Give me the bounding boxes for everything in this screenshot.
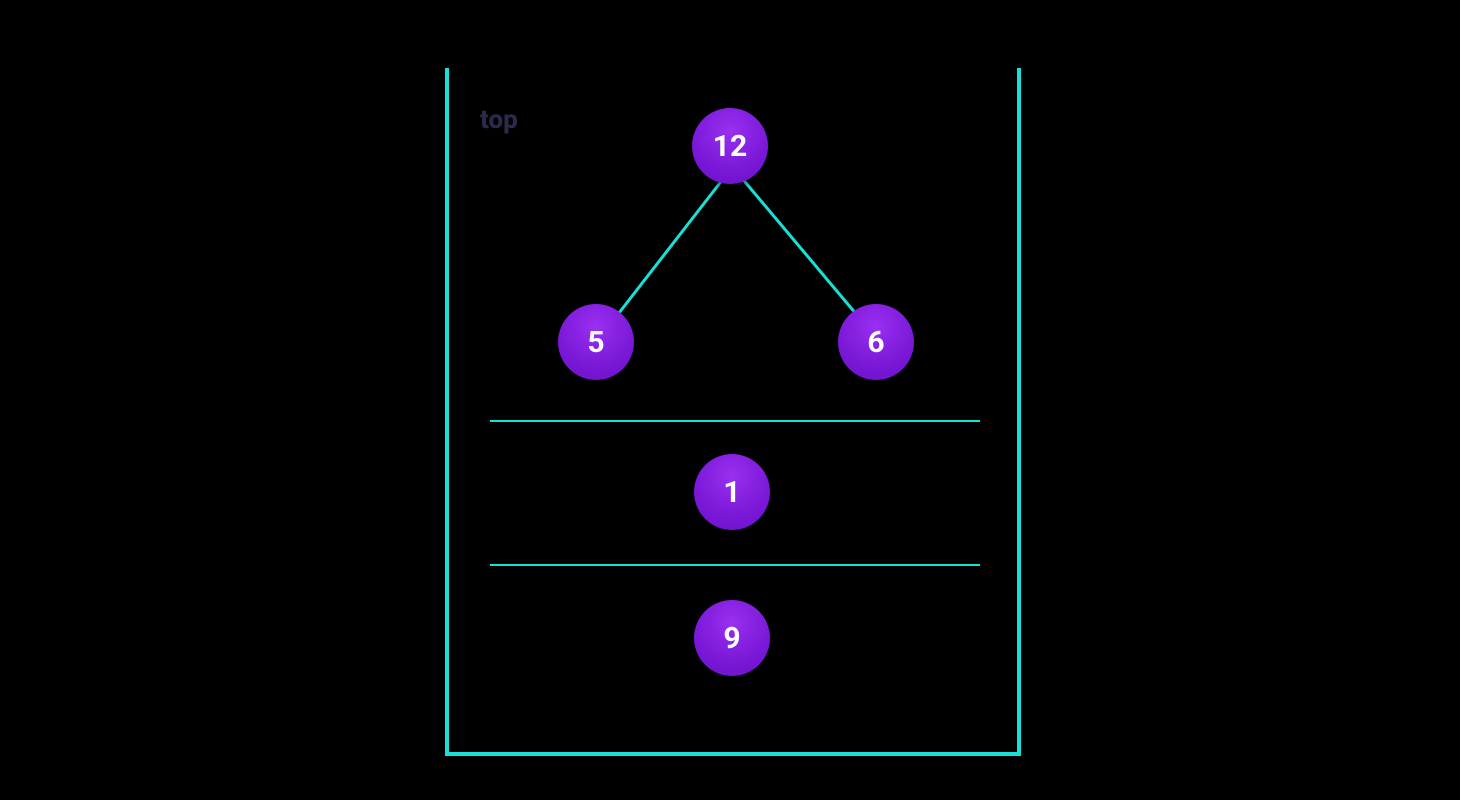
tree-node-left: 5 [558, 304, 634, 380]
divider-1 [490, 420, 980, 422]
tree-node-root: 12 [692, 108, 768, 184]
divider-2 [490, 564, 980, 566]
stack-node-mid: 1 [694, 454, 770, 530]
tree-node-right: 6 [838, 304, 914, 380]
stack-node-bottom: 9 [694, 600, 770, 676]
stack-diagram: top 12 5 6 1 9 [0, 0, 1460, 800]
top-label: top [480, 105, 518, 135]
